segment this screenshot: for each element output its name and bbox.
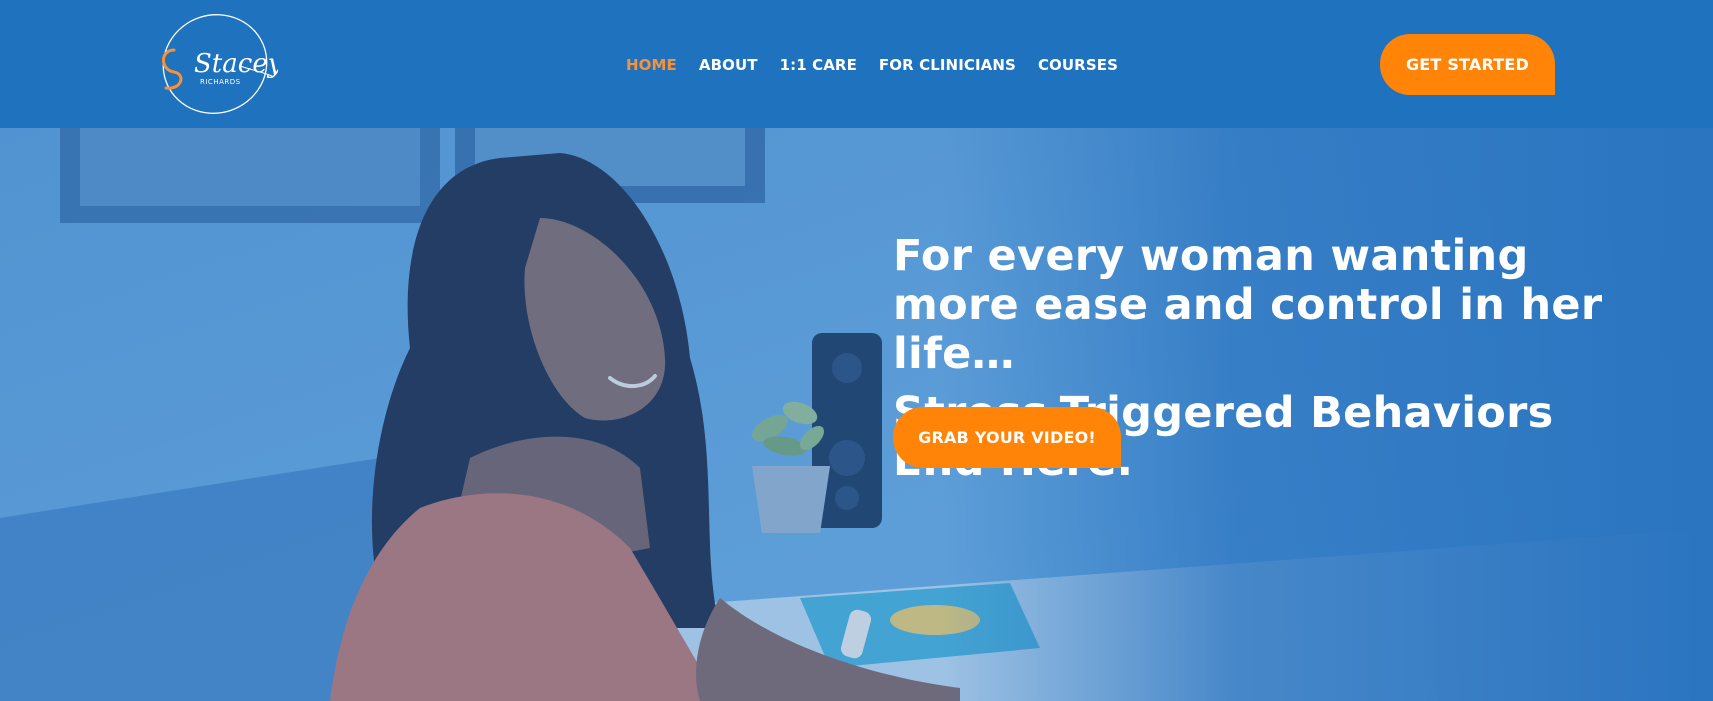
svg-text:Stacey: Stacey — [194, 49, 278, 79]
get-started-button[interactable]: GET STARTED — [1380, 34, 1555, 95]
page: Stacey RICHARDS HOME ABOUT 1:1 CARE FOR … — [0, 0, 1713, 701]
hero-section: For every woman wanting more ease and co… — [0, 128, 1713, 701]
nav-item-for-clinicians[interactable]: FOR CLINICIANS — [879, 56, 1016, 74]
nav-item-about[interactable]: ABOUT — [699, 56, 758, 74]
main-nav: HOME ABOUT 1:1 CARE FOR CLINICIANS COURS… — [626, 54, 1118, 76]
site-header: Stacey RICHARDS HOME ABOUT 1:1 CARE FOR … — [0, 0, 1713, 128]
hero-headline: For every woman wanting more ease and co… — [893, 231, 1603, 379]
nav-item-1-1-care[interactable]: 1:1 CARE — [780, 56, 857, 74]
nav-item-courses[interactable]: COURSES — [1038, 56, 1118, 74]
brand-logo[interactable]: Stacey RICHARDS — [152, 10, 278, 118]
stacey-richards-logo-icon: Stacey RICHARDS — [162, 14, 278, 114]
grab-your-video-button[interactable]: GRAB YOUR VIDEO! — [893, 407, 1121, 468]
svg-text:RICHARDS: RICHARDS — [200, 78, 241, 86]
nav-item-home[interactable]: HOME — [626, 56, 677, 74]
